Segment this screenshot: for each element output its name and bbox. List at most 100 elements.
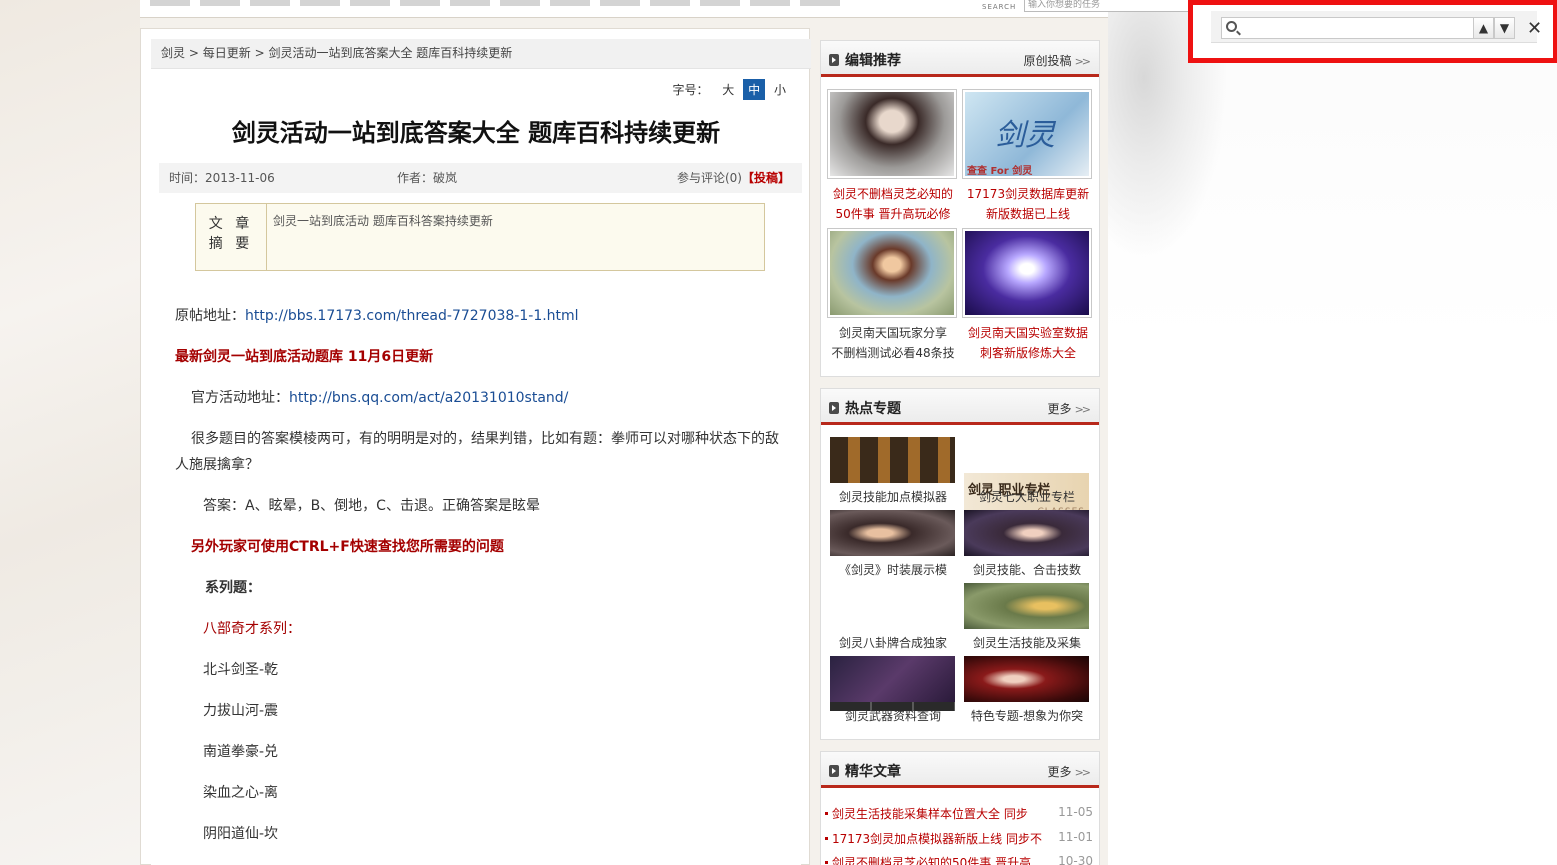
essence-list-item[interactable]: 剑灵生活技能采集样本位置大全 同步 11-05	[825, 805, 1093, 822]
life-skill-image[interactable]	[964, 583, 1089, 629]
essence-item-title: 17173剑灵加点模拟器新版上线 同步不	[832, 832, 1042, 846]
banner-subtitle: 查查 For 剑灵	[967, 166, 1033, 177]
banner-logo-text: 剑灵	[995, 118, 1055, 153]
breadcrumb-current[interactable]: 剑灵活动一站到底答案大全 题库百科持续更新	[268, 46, 512, 60]
editor-caption[interactable]: 17173剑灵数据库更新 新版数据已上线	[962, 184, 1094, 224]
series-item: 北斗剑圣-乾	[203, 662, 279, 678]
series-item: 阴阳道仙-坎	[203, 826, 279, 842]
original-submit-link[interactable]: 原创投稿 >>	[1024, 52, 1092, 69]
double-chevron-icon: >>	[1074, 766, 1092, 779]
official-label: 官方活动地址：	[191, 390, 289, 406]
font-size-large[interactable]: 大	[717, 79, 739, 100]
feature-topic-image[interactable]	[964, 656, 1089, 702]
essence-title: 精华文章	[845, 764, 901, 780]
comment-link[interactable]: 参与评论(0)	[677, 171, 742, 185]
database-banner-image: 剑灵 查查 For 剑灵	[965, 92, 1089, 177]
editor-picks-panel: 编辑推荐 原创投稿 >> 剑灵 查查 For 剑灵 剑灵不删档灵芝必知的 50件事 …	[820, 40, 1100, 377]
editor-caption[interactable]: 剑灵南天国实验室数据 刺客新版修炼大全	[962, 323, 1094, 363]
search-icon	[1226, 21, 1237, 32]
bullet-dot-icon	[825, 837, 828, 840]
skill-simulator-image[interactable]	[830, 437, 955, 483]
find-previous-button[interactable]: ▲	[1473, 17, 1494, 39]
article-summary: 文 章 摘 要 剑灵一站到底活动 题库百科答案持续更新	[195, 203, 765, 271]
screenshot-landscape-image	[830, 231, 954, 315]
bullet-dot-icon	[825, 812, 828, 815]
official-link[interactable]: http://bns.qq.com/act/a20131010stand/	[289, 390, 568, 406]
essence-articles-panel: 精华文章 更多 >> 剑灵生活技能采集样本位置大全 同步 11-05 17173剑灵…	[820, 751, 1100, 865]
paragraph-1a: 很多题目的答案模棱两可，有的明明是对的，结果判错，比如有题：拳师可以对哪种状态下…	[191, 431, 779, 447]
breadcrumb: 剑灵 > 每日更新 > 剑灵活动一站到底答案大全 题库百科持续更新	[151, 39, 811, 69]
article-panel: 剑灵 > 每日更新 > 剑灵活动一站到底答案大全 题库百科持续更新 字号： 大 …	[140, 28, 811, 865]
breadcrumb-daily[interactable]: 每日更新	[203, 46, 251, 60]
fashion-show-image[interactable]	[830, 510, 955, 556]
page-background-left	[0, 0, 140, 865]
ctrl-f-tip: 另外玩家可使用CTRL+F快速查找您所需要的问题	[191, 539, 504, 555]
hot-caption[interactable]: 剑灵生活技能及采集	[961, 634, 1093, 651]
essence-more-link[interactable]: 更多 >>	[1047, 763, 1092, 780]
hot-caption[interactable]: 特色专题-想象为你突	[961, 707, 1093, 724]
essence-list-item[interactable]: 剑灵不删档灵芝必知的50件事 晋升高 10-30	[825, 854, 1093, 865]
font-size-medium[interactable]: 中	[743, 79, 766, 100]
bullet-dot-icon	[825, 861, 828, 864]
submit-link[interactable]: 【投稿】	[742, 171, 790, 185]
editor-thumb[interactable]	[827, 89, 957, 179]
series-item: 南道拳豪-兑	[203, 744, 279, 760]
article-body: 字号： 大 中 小 剑灵活动一站到底答案大全 题库百科持续更新 时间：2013-…	[151, 69, 802, 865]
editor-caption[interactable]: 剑灵不删档灵芝必知的 50件事 晋升高玩必修	[827, 184, 959, 224]
editor-thumb[interactable]	[827, 228, 957, 318]
find-next-button[interactable]: ▼	[1494, 17, 1515, 39]
paragraph-1b: 人施展擒拿？	[175, 457, 259, 473]
breadcrumb-home[interactable]: 剑灵	[161, 46, 185, 60]
essence-item-date: 11-01	[1058, 830, 1093, 844]
weapon-data-image[interactable]	[830, 656, 955, 702]
series-item: 力拔山河-震	[203, 703, 279, 719]
find-bar-highlight: ▲ ▼ ✕	[1188, 0, 1557, 63]
essence-item-title: 剑灵生活技能采集样本位置大全 同步	[832, 807, 1028, 821]
summary-text: 剑灵一站到底活动 题库百科答案持续更新	[273, 214, 493, 228]
essence-item-date: 10-30	[1058, 854, 1093, 865]
font-size-small[interactable]: 小	[769, 79, 791, 100]
editor-thumb[interactable]	[962, 228, 1092, 318]
editor-caption[interactable]: 剑灵南天国玩家分享 不删档测试必看48条技	[827, 323, 959, 363]
summary-label: 文 章 摘 要	[196, 204, 267, 270]
hot-caption[interactable]: 剑灵技能、合击技数	[961, 561, 1093, 578]
combo-skill-image[interactable]	[964, 510, 1089, 556]
article-comment-area: 参与评论(0)【投稿】	[677, 163, 790, 193]
caption-line: 剑灵南天国实验室数据	[967, 326, 1088, 340]
find-close-button[interactable]: ✕	[1527, 18, 1542, 39]
caption-line: 剑灵南天国玩家分享	[838, 326, 947, 340]
play-bullet-icon	[829, 54, 839, 66]
hot-topics-title: 热点专题	[845, 401, 901, 417]
page-background-right	[1108, 0, 1557, 865]
article-author: 作者：破岚	[397, 171, 458, 185]
hot-caption[interactable]: 剑灵七大职业专栏	[961, 488, 1093, 505]
play-bullet-icon	[829, 402, 839, 414]
origin-link[interactable]: http://bbs.17173.com/thread-7727038-1-1.…	[245, 308, 579, 324]
hot-more-link[interactable]: 更多 >>	[1048, 400, 1092, 417]
hot-caption[interactable]: 《剑灵》时装展示模	[827, 561, 959, 578]
caption-line: 50件事 晋升高玩必修	[835, 207, 951, 221]
hot-caption[interactable]: 剑灵武器资料查询	[827, 707, 959, 724]
caption-line: 剑灵不删档灵芝必知的	[832, 187, 953, 201]
top-nav-links[interactable]	[150, 0, 850, 6]
answer-line: 答案：A、眩晕，B、倒地，C、击退。正确答案是眩晕	[203, 498, 540, 514]
editor-thumb[interactable]: 剑灵 查查 For 剑灵	[962, 89, 1092, 179]
character-portrait-image	[830, 92, 954, 176]
essence-list-item[interactable]: 17173剑灵加点模拟器新版上线 同步不 11-01	[825, 830, 1093, 847]
hot-caption[interactable]: 剑灵技能加点模拟器	[827, 488, 959, 505]
editor-picks-title: 编辑推荐	[845, 53, 901, 69]
play-bullet-icon	[829, 765, 839, 777]
hot-caption[interactable]: 剑灵八卦牌合成独家	[827, 634, 959, 651]
more-label: 更多	[1047, 765, 1072, 779]
series-name: 八部奇才系列：	[203, 621, 301, 637]
article-meta: 时间：2013-11-06 作者：破岚 参与评论(0)【投稿】	[159, 163, 802, 193]
caption-line: 17173剑灵数据库更新	[966, 187, 1090, 201]
breadcrumb-sep: >	[254, 46, 269, 60]
find-input[interactable]	[1221, 17, 1475, 39]
find-bar: ▲ ▼ ✕	[1211, 11, 1542, 43]
double-chevron-icon: >>	[1074, 403, 1092, 416]
headline: 最新剑灵一站到底活动题库 11月6日更新	[175, 349, 434, 365]
site-search-input[interactable]: 输入你想要的任务	[1024, 0, 1198, 12]
caption-line: 不删档测试必看48条技	[831, 346, 955, 360]
search-label: SEARCH	[982, 3, 1017, 11]
